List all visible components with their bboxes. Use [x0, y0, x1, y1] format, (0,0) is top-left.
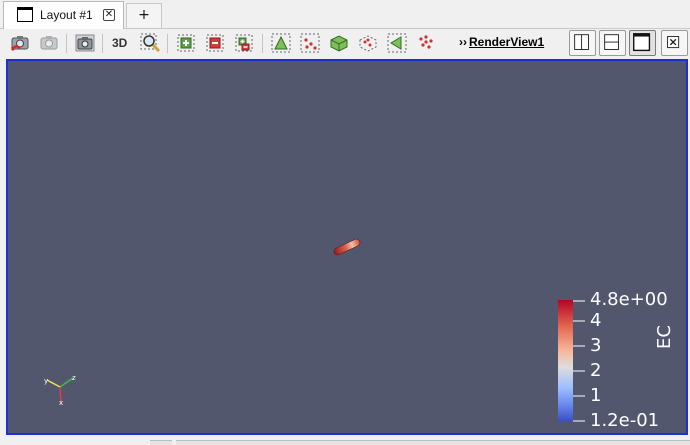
y-axis-label: y: [44, 377, 48, 385]
rendered-object[interactable]: [333, 238, 361, 256]
orientation-axes-widget: z y x: [44, 374, 76, 407]
z-axis-label: z: [72, 374, 76, 382]
color-bar-title: EC: [654, 325, 675, 349]
render-view-canvas: z y x: [44, 238, 585, 422]
color-bar-label: 3: [590, 335, 602, 356]
x-axis-label: x: [59, 399, 63, 407]
bottom-panel-handle[interactable]: [150, 440, 172, 445]
color-bar: [558, 300, 573, 422]
color-bar-label: 2: [590, 360, 602, 381]
color-bar-label-min: 1.2e-01: [590, 410, 660, 431]
color-bar-label: 1: [590, 385, 602, 406]
color-legend[interactable]: [558, 300, 585, 422]
bottom-panel-area: [176, 440, 690, 445]
y-axis-line: [46, 379, 61, 388]
color-bar-label: 4: [590, 310, 602, 331]
color-bar-label-max: 4.8e+00: [590, 289, 668, 310]
